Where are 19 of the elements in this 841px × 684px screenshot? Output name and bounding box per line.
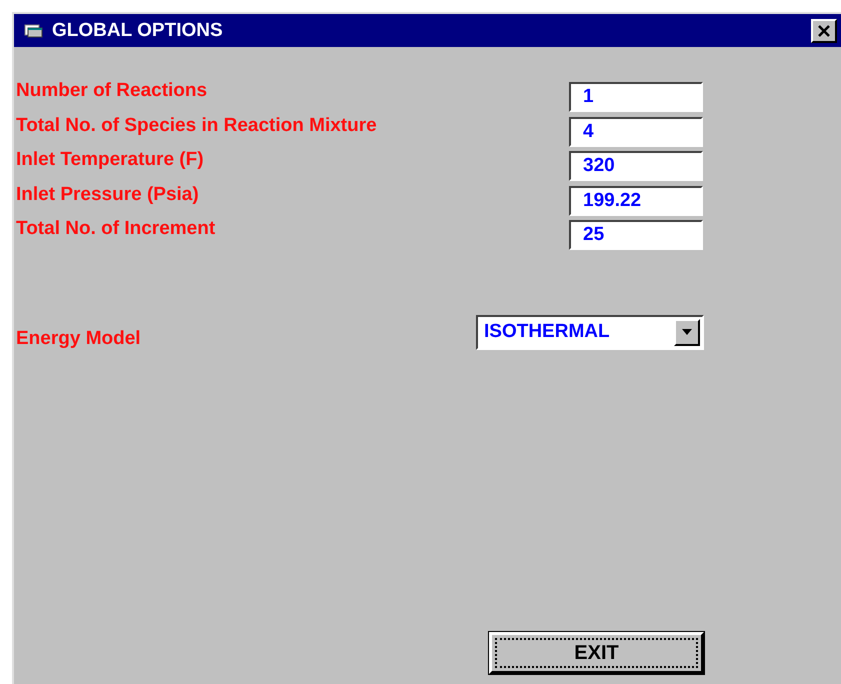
field-label: Energy Model: [16, 328, 142, 350]
input-field[interactable]: 4: [569, 116, 703, 147]
input-field[interactable]: 1: [569, 82, 703, 112]
input-field[interactable]: 320: [569, 151, 703, 182]
field-label: Inlet Pressure (Psia): [16, 184, 200, 206]
window-icon: [24, 22, 44, 38]
field-label: Total No. of Increment: [16, 218, 216, 240]
exit-button[interactable]: EXIT: [489, 632, 704, 674]
input-field[interactable]: 25: [569, 220, 703, 250]
caret-icon: [682, 329, 692, 335]
window-title: GLOBAL OPTIONS: [52, 20, 224, 42]
close-button[interactable]: [811, 18, 837, 42]
input-field[interactable]: 199.22: [569, 186, 703, 216]
field-label: Total No. of Species in Reaction Mixture: [16, 114, 378, 136]
close-icon: [817, 24, 831, 36]
dropdown-arrow-button[interactable]: [674, 318, 700, 346]
field-label: Number of Reactions: [16, 80, 208, 102]
field-label: Inlet Temperature (F): [16, 149, 205, 171]
dropdown-field[interactable]: ISOTHERMAL: [476, 314, 704, 350]
